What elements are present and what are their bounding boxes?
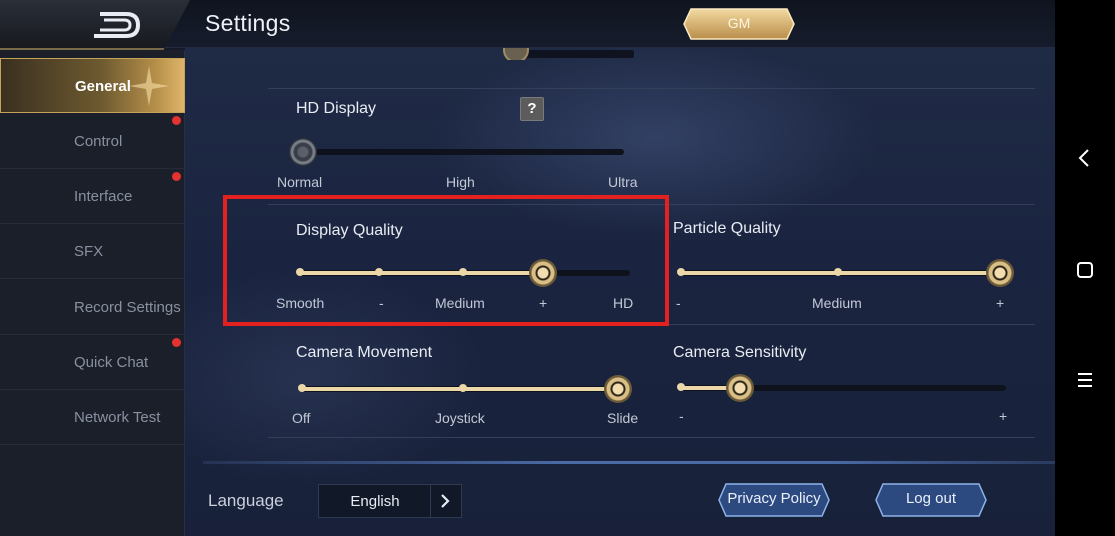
hd-display-label: HD Display [296, 100, 377, 117]
settings-screen: Settings GM General Control Interface SF… [0, 0, 1115, 536]
slider-stop [459, 384, 467, 392]
particle-quality-tick: - [676, 295, 681, 311]
notification-dot [172, 338, 181, 347]
slider-stop [677, 383, 685, 391]
sidebar-item-interface[interactable]: Interface [0, 169, 185, 224]
slider-stop [677, 268, 685, 276]
hd-display-slider[interactable] [292, 149, 624, 155]
sidebar-item-label: Record Settings [74, 299, 181, 316]
camera-movement-label: Camera Movement [296, 344, 433, 361]
notification-dot [172, 172, 181, 181]
sidebar-item-label: Control [74, 133, 123, 150]
slider-stop [834, 268, 842, 276]
camera-sensitivity-tick: - [679, 408, 684, 424]
page-title: Settings [205, 10, 291, 36]
particle-quality-tick: + [996, 295, 1005, 311]
hd-display-tick: Ultra [608, 174, 638, 190]
gm-button-label: GM [727, 15, 751, 31]
nav-menu-icon[interactable] [1073, 368, 1097, 392]
camera-movement-slider-knob[interactable] [604, 375, 632, 403]
sidebar-item-quick-chat[interactable]: Quick Chat [0, 335, 185, 390]
language-select[interactable]: English [318, 484, 462, 518]
language-separator [430, 485, 431, 517]
camera-sensitivity-slider-knob[interactable] [726, 374, 754, 402]
hd-display-tick: Normal [277, 174, 323, 190]
sidebar-item-label: General [75, 78, 131, 95]
system-nav-bar [1055, 0, 1115, 536]
gm-button[interactable]: GM [683, 8, 795, 40]
camera-movement-tick: Joystick [435, 410, 485, 426]
privacy-policy-button[interactable]: Privacy Policy [718, 483, 830, 517]
privacy-policy-label: Privacy Policy [727, 490, 821, 507]
notification-dot [172, 116, 181, 125]
divider [268, 437, 1035, 438]
chevron-right-icon[interactable] [437, 493, 453, 509]
question-icon[interactable]: ? [520, 97, 544, 121]
partial-control [503, 48, 634, 60]
sidebar-item-general[interactable]: General [0, 58, 185, 113]
slider-stop [298, 384, 306, 392]
sidebar-item-record-settings[interactable]: Record Settings [0, 280, 185, 335]
sidebar: General Control Interface SFX Record Set… [0, 50, 185, 536]
divider [268, 88, 1035, 89]
camera-movement-tick: Slide [607, 410, 639, 426]
sidebar-item-sfx[interactable]: SFX [0, 224, 185, 279]
camera-sensitivity-label: Camera Sensitivity [673, 344, 807, 361]
sidebar-item-label: Interface [74, 188, 133, 205]
back-arrow-icon[interactable] [90, 12, 142, 38]
logout-label: Log out [905, 490, 957, 507]
footer-divider [203, 461, 1099, 464]
hd-display-slider-knob[interactable] [289, 138, 317, 166]
particle-quality-tick: Medium [812, 295, 862, 311]
sidebar-item-label: Network Test [74, 409, 161, 426]
logout-button[interactable]: Log out [875, 483, 987, 517]
hd-display-tick: High [446, 174, 475, 190]
particle-quality-label: Particle Quality [673, 220, 781, 237]
particle-quality-slider-knob[interactable] [986, 259, 1014, 287]
sidebar-item-network-test[interactable]: Network Test [0, 390, 185, 445]
language-label: Language [208, 491, 284, 510]
camera-movement-tick: Off [292, 410, 311, 426]
sidebar-item-label: Quick Chat [74, 354, 149, 371]
nav-home-icon[interactable] [1073, 258, 1097, 282]
sidebar-item-label: SFX [74, 243, 104, 260]
language-value: English [350, 493, 400, 510]
camera-sensitivity-tick: + [999, 408, 1008, 424]
nav-back-icon[interactable] [1073, 146, 1097, 170]
sidebar-item-control[interactable]: Control [0, 114, 185, 169]
highlight-box [223, 195, 669, 326]
